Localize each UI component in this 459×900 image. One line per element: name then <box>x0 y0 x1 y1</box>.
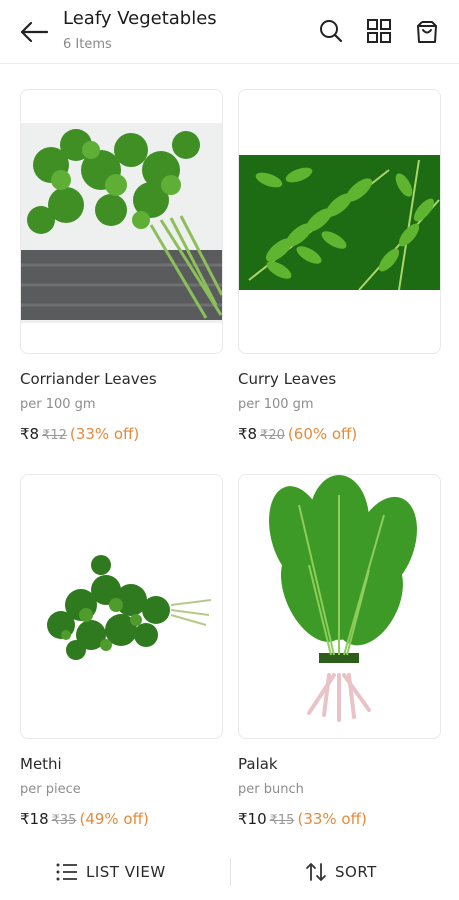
page-title: Leafy Vegetables <box>63 8 217 29</box>
back-arrow-icon <box>20 21 49 43</box>
curry-leaves-image <box>239 155 440 291</box>
methi-image <box>47 555 212 660</box>
grid-view-button[interactable] <box>362 14 396 48</box>
product-unit: per 100 gm <box>238 397 314 412</box>
discount-label: (33% off) <box>297 810 367 828</box>
item-count: 6 Items <box>63 37 112 52</box>
selling-price: ₹8 <box>20 425 40 443</box>
mrp-price: ₹20 <box>260 428 285 443</box>
product-name: Methi <box>20 755 62 773</box>
list-view-label: LIST VIEW <box>86 863 166 881</box>
coriander-image <box>21 123 222 323</box>
list-icon <box>56 863 77 881</box>
list-view-button[interactable]: LIST VIEW <box>56 848 166 896</box>
cart-icon <box>417 21 437 43</box>
product-price: ₹8 ₹20 (60% off) <box>238 425 357 443</box>
product-unit: per 100 gm <box>20 397 96 412</box>
mrp-price: ₹35 <box>51 813 77 828</box>
sort-icon <box>306 863 326 881</box>
divider <box>230 858 231 886</box>
product-name: Corriander Leaves <box>20 370 157 388</box>
product-unit: per piece <box>20 782 81 797</box>
product-image[interactable] <box>238 474 441 739</box>
discount-label: (60% off) <box>287 425 358 443</box>
cart-button[interactable] <box>410 14 444 48</box>
product-price: ₹8 ₹12 (33% off) <box>20 425 139 443</box>
back-button[interactable] <box>14 14 54 50</box>
selling-price: ₹10 <box>238 810 267 828</box>
mrp-price: ₹12 <box>42 428 67 443</box>
discount-label: (33% off) <box>69 425 140 443</box>
product-name: Curry Leaves <box>238 370 337 388</box>
app-header: Leafy Vegetables 6 Items <box>0 0 459 64</box>
product-price: ₹18 ₹35 (49% off) <box>20 810 149 828</box>
sort-label: SORT <box>335 863 377 881</box>
selling-price: ₹18 <box>20 810 49 828</box>
discount-label: (49% off) <box>79 810 149 828</box>
search-icon <box>320 20 343 43</box>
product-image[interactable] <box>238 89 441 354</box>
product-name: Palak <box>238 755 278 773</box>
product-price: ₹10 ₹15 (33% off) <box>238 810 367 828</box>
product-image[interactable] <box>20 89 223 354</box>
selling-price: ₹8 <box>238 425 258 443</box>
product-unit: per bunch <box>238 782 304 797</box>
product-image[interactable] <box>20 474 223 739</box>
palak-image <box>269 475 417 722</box>
mrp-price: ₹15 <box>269 813 295 828</box>
bottom-action-bar: LIST VIEW SORT <box>0 848 459 896</box>
search-button[interactable] <box>314 14 348 48</box>
sort-button[interactable]: SORT <box>305 848 377 896</box>
grid-view-icon <box>367 19 391 43</box>
